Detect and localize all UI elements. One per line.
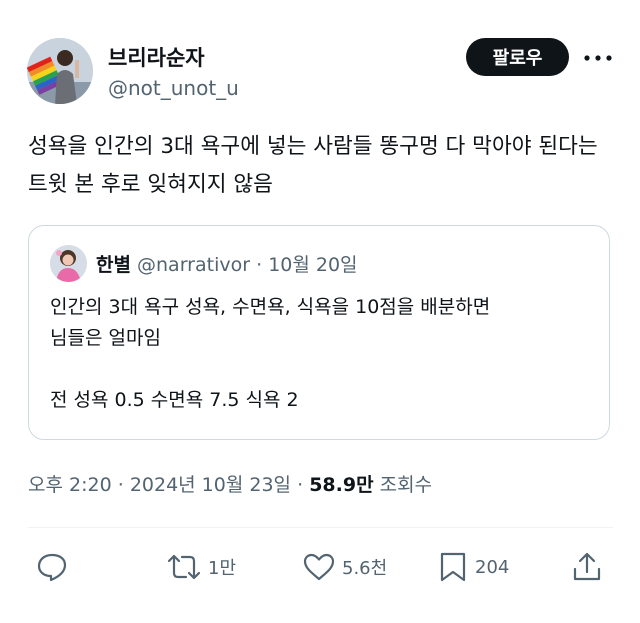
quoted-author-avatar[interactable] (50, 245, 87, 282)
author-display-name[interactable]: 브리라순자 (108, 42, 205, 72)
quoted-author-name[interactable]: 한별 (96, 254, 131, 276)
share-button[interactable] (571, 552, 603, 582)
quoted-text-line: 전 성욕 0.5 수면욕 7.5 식욕 2 (50, 389, 299, 411)
share-icon (573, 552, 601, 581)
bookmark-button[interactable]: 204 (437, 552, 509, 582)
tweet-text: 성욕을 인간의 3대 욕구에 넣는 사람들 똥구멍 다 막아야 된다는 트윗 본… (28, 134, 598, 197)
reply-icon (37, 553, 67, 582)
quoted-date[interactable]: 10월 20일 (268, 254, 357, 276)
ellipsis-icon[interactable] (583, 53, 613, 63)
profile-photo-icon (27, 38, 93, 104)
tweet-time[interactable]: 오후 2:20 (28, 474, 112, 496)
follow-button[interactable]: 팔로우 (466, 38, 569, 76)
retweet-count: 1만 (208, 558, 237, 579)
author-handle[interactable]: @not_unot_u (108, 76, 239, 100)
meta-separator: · (297, 474, 304, 496)
author-avatar[interactable] (27, 38, 93, 104)
bookmark-count: 204 (475, 556, 510, 578)
profile-photo-icon (50, 245, 87, 282)
tweet-date[interactable]: 2024년 10월 23일 (130, 474, 291, 496)
quoted-tweet[interactable]: 한별 @narrativor · 10월 20일 인간의 3대 욕구 성욕, 수… (28, 225, 610, 440)
heart-icon (303, 553, 335, 581)
quoted-tweet-text: 인간의 3대 욕구 성욕, 수면욕, 식욕을 10점을 배분하면 님들은 얼마임… (50, 292, 590, 416)
divider (28, 527, 613, 528)
views-count: 58.9만 (309, 474, 374, 496)
quoted-author-handle[interactable]: @narrativor (137, 254, 250, 276)
views-label: 조회수 (379, 474, 433, 496)
quoted-text-line (50, 354, 590, 385)
tweet-meta: 오후 2:20 · 2024년 10월 23일 · 58.9만 조회수 (28, 470, 432, 497)
quoted-separator: · (256, 254, 263, 276)
quoted-tweet-header: 한별 @narrativor · 10월 20일 (96, 250, 358, 277)
retweet-icon (167, 554, 201, 580)
quoted-text-line: 인간의 3대 욕구 성욕, 수면욕, 식욕을 10점을 배분하면 (50, 296, 491, 318)
retweet-button[interactable]: 1만 (166, 552, 236, 582)
like-button[interactable]: 5.6천 (302, 552, 387, 582)
quoted-text-line: 님들은 얼마임 (50, 327, 161, 349)
reply-button[interactable] (36, 552, 68, 582)
meta-separator: · (117, 474, 124, 496)
like-count: 5.6천 (342, 558, 388, 579)
bookmark-icon (440, 552, 466, 582)
